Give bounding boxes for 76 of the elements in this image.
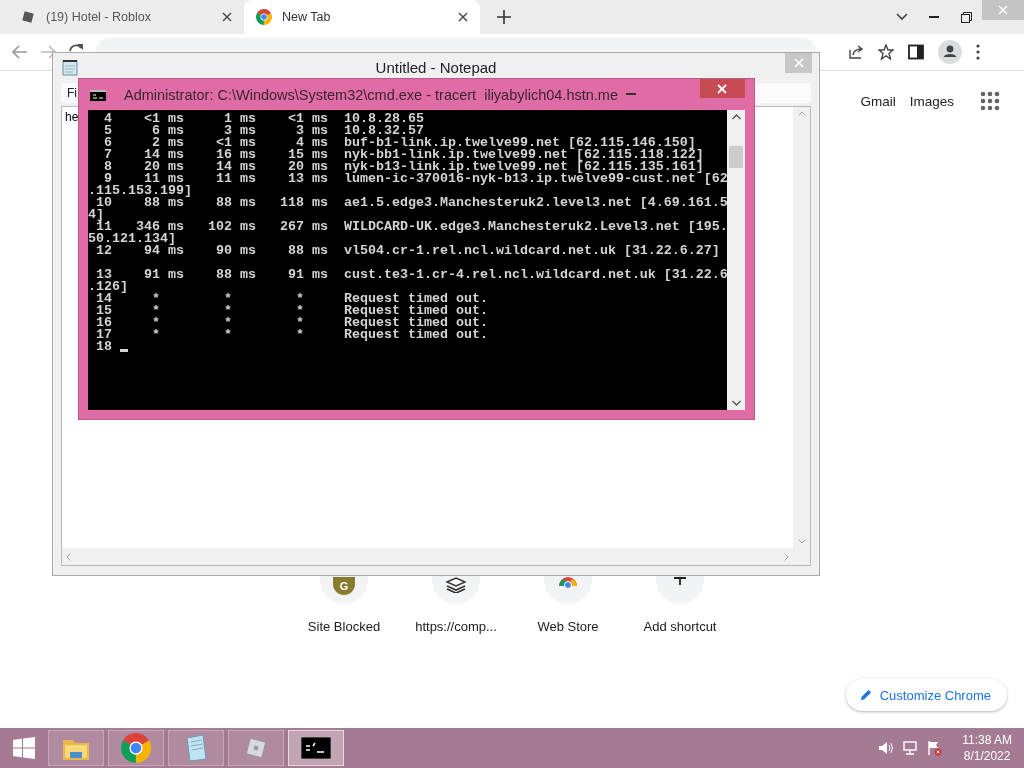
console-line: .126] [88, 281, 128, 293]
horizontal-scrollbar[interactable] [62, 548, 793, 565]
close-icon [793, 58, 804, 68]
side-panel-icon[interactable] [908, 44, 924, 60]
shortcut-tile[interactable] [656, 576, 704, 604]
console-line: 17 * * * Request timed out. [95, 329, 488, 341]
taskbar-button[interactable] [288, 730, 344, 766]
console-line: 18 [95, 341, 112, 353]
window-title: Untitled - Notepad [375, 58, 497, 76]
close-icon [717, 83, 728, 94]
console-line: 16 * * * Request timed out. [95, 317, 488, 329]
console-line: .115.153.199] [88, 185, 192, 197]
vertical-scrollbar[interactable] [727, 110, 745, 410]
browser-logo-icon [121, 733, 151, 763]
stack-icon [445, 577, 467, 593]
close-icon [998, 5, 1008, 15]
minimize-icon [625, 93, 636, 95]
terminal-icon [301, 737, 331, 759]
star-icon[interactable] [878, 44, 894, 60]
close-button[interactable] [699, 79, 745, 98]
close-icon[interactable] [458, 12, 468, 22]
profile-icon[interactable] [938, 40, 962, 64]
shortcut-label[interactable]: Web Store [537, 619, 599, 634]
windows-logo-icon [13, 737, 35, 759]
shortcut-label[interactable]: Site Blocked [307, 619, 381, 634]
header-link[interactable]: Images [909, 93, 954, 109]
console-line: 6 2 ms <1 ms 4 ms buf-b1-link.ip.twelve99.net [62.115.146.150] [103, 137, 696, 149]
console-line: 50.121.134] [88, 233, 176, 245]
console-line: 12 94 ms 90 ms 88 ms vl504.cr-1.rel.ncl.wildcard.net.uk [31.22.6.27] [96, 245, 720, 257]
console-line: 5 6 ms 3 ms 3 ms 10.8.32.57 [103, 125, 424, 137]
console-line: 10 88 ms 88 ms 118 ms ae1.5.edge3.Manchesteruk2.level3.net [4.69.161.5 [96, 197, 727, 209]
speaker-icon[interactable] [878, 740, 895, 756]
terminal-icon [90, 90, 106, 101]
console-line: 8 20 ms 14 ms 20 ms nyk-b13-link.ip.twelve99.net [62.115.135.161] [103, 161, 704, 173]
apps-grid-icon[interactable] [980, 91, 1000, 111]
header-link[interactable]: Gmail [860, 93, 896, 109]
shortcut-tile[interactable] [544, 576, 592, 604]
chevron-down-icon [896, 13, 908, 21]
menu-item[interactable]: Fi [67, 86, 77, 100]
share-icon[interactable] [848, 44, 864, 60]
menu-icon[interactable] [976, 44, 980, 60]
close-icon[interactable] [222, 12, 232, 22]
plus-icon [497, 10, 511, 24]
flag-icon[interactable] [926, 740, 943, 756]
ring-logo-icon [256, 9, 272, 25]
site-letter-icon: G [333, 577, 355, 595]
console-line: 11 346 ms 102 ms 267 ms WILDCARD-UK.edge3.Manchesteruk2.Level3.net [195. [96, 221, 727, 233]
shortcut-label[interactable]: Add shortcut [643, 619, 717, 634]
console-line: 14 * * * Request timed out. [96, 293, 488, 305]
plus-icon [674, 577, 686, 585]
store-icon [559, 577, 577, 589]
browser-tab[interactable]: New Tab [244, 0, 480, 34]
restore-icon [960, 11, 972, 23]
console-line: 15 * * * Request timed out. [95, 305, 488, 317]
shortcut-tile[interactable] [432, 576, 480, 604]
forward-icon[interactable] [40, 45, 56, 59]
scrollbar-thumb[interactable] [729, 146, 743, 168]
address-bar-field[interactable] [96, 38, 816, 52]
clock[interactable]: 11:38 AM 8/1/2022 [962, 732, 1012, 764]
shortcut-tile[interactable]: G [320, 576, 368, 604]
notepad-icon [62, 58, 78, 76]
console-line: 9 11 ms 11 ms 13 ms lumen-ic-370016-nyk-b13.ip.twelve99-cust.net [62 [104, 173, 727, 185]
shortcut-label[interactable]: https://comp... [415, 619, 497, 634]
console-line: 4] [88, 209, 104, 221]
minimize-icon [929, 16, 939, 18]
console-line: 7 14 ms 16 ms 15 ms nyk-bb1-link.ip.twelve99.net [62.115.118.122] [103, 149, 704, 161]
pencil-icon [859, 689, 872, 701]
vertical-scrollbar[interactable] [793, 107, 810, 548]
network-icon[interactable] [902, 740, 919, 756]
customize-button[interactable]: Customize Chrome [845, 679, 1007, 711]
browser-tab[interactable]: (19) Hotel - Roblox [8, 0, 244, 34]
window-title: Administrator: C:\Windows\System32\cmd.exe - tracert iliyabylich04.hstn.me [124, 87, 618, 103]
notepad-icon [183, 734, 209, 762]
console-line: 4 <1 ms 1 ms <1 ms 10.8.28.65 [103, 113, 424, 125]
back-icon[interactable] [12, 45, 28, 59]
console-line: 13 91 ms 88 ms 91 ms cust.te3-1.cr-4.rel.ncl.wildcard.net.uk [31.22.6 [96, 269, 727, 281]
